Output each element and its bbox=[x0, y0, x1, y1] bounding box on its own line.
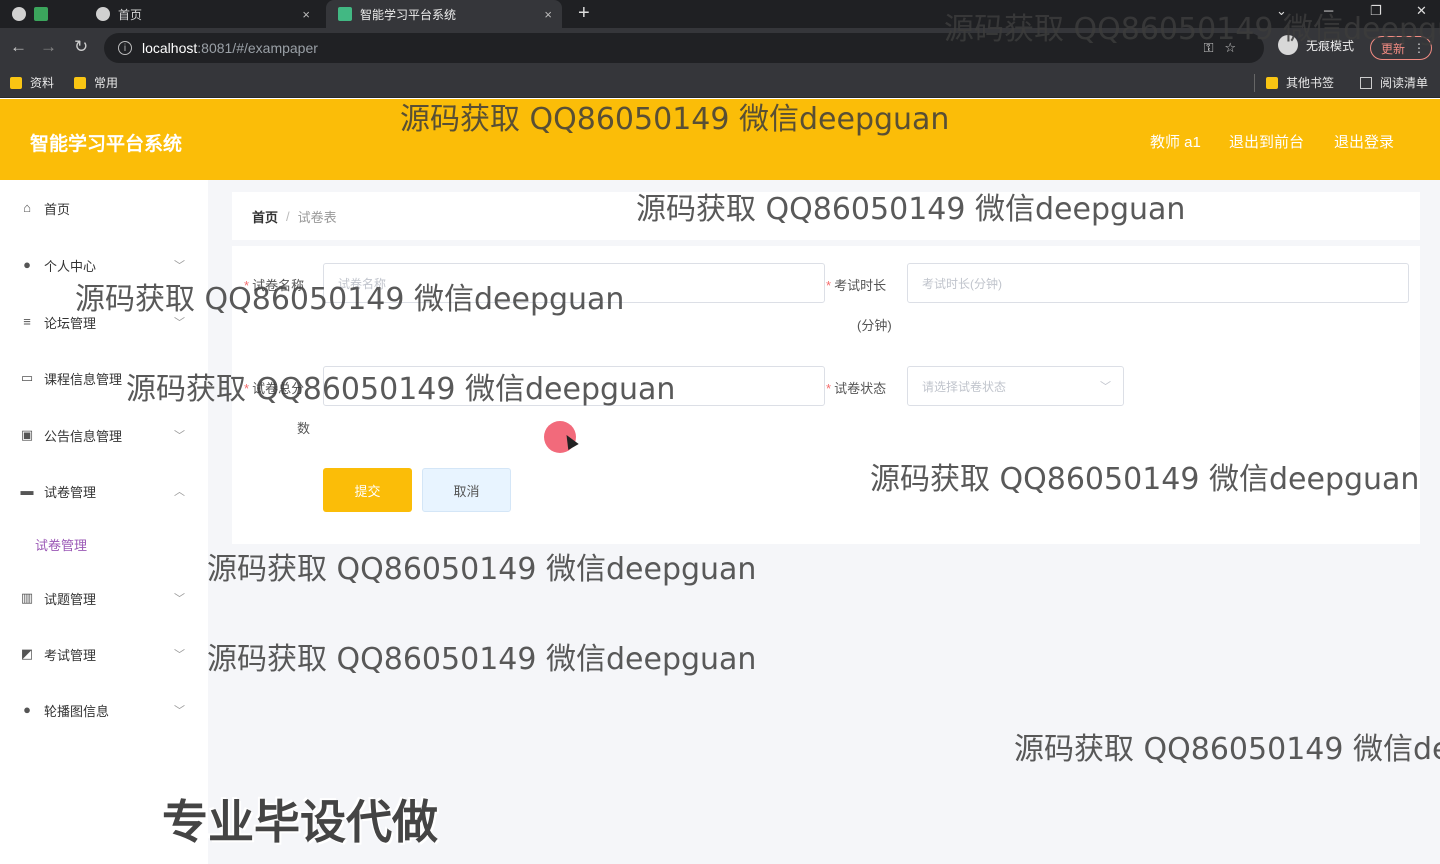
url-path: :8081/#/exampaper bbox=[197, 40, 318, 56]
duration-input[interactable]: 考试时长(分钟) bbox=[907, 263, 1409, 303]
info-icon[interactable]: i bbox=[118, 41, 132, 55]
chevron-up-icon: ︿ bbox=[174, 486, 185, 498]
other-bookmarks[interactable]: 其他书签 bbox=[1266, 74, 1334, 91]
card-icon: ▭ bbox=[20, 370, 34, 385]
sidebar-item-label: 首页 bbox=[44, 201, 71, 217]
sidebar-item-label: 个人中心 bbox=[44, 258, 97, 274]
bar-chart-icon: ▥ bbox=[20, 590, 34, 605]
sidebar-item-exampaper[interactable]: ▬ 试卷管理 ︿ bbox=[0, 471, 208, 511]
sidebar-item-carousel[interactable]: ● 轮播图信息 ﹀ bbox=[0, 690, 208, 730]
chevron-down-icon: ﹀ bbox=[1100, 381, 1111, 393]
cancel-button[interactable]: 取消 bbox=[422, 468, 511, 512]
sidebar-item-label: 考试管理 bbox=[44, 647, 97, 663]
duration-label: * 考试时长 bbox=[826, 278, 887, 293]
folder-icon bbox=[10, 76, 22, 89]
browser-icon-tab[interactable] bbox=[0, 0, 60, 28]
tab-home[interactable]: 首页 × bbox=[84, 0, 320, 28]
globe-icon bbox=[96, 7, 110, 21]
breadcrumb-separator: / bbox=[286, 208, 290, 224]
reading-list-label: 阅读清单 bbox=[1380, 76, 1429, 90]
watermark: 源码获取 QQ86050149 微信deepguan bbox=[126, 372, 676, 407]
new-tab-button[interactable]: + bbox=[578, 2, 590, 25]
close-icon[interactable]: × bbox=[544, 7, 552, 22]
sidebar-item-questions[interactable]: ▥ 试题管理 ﹀ bbox=[0, 578, 208, 618]
sidebar-item-notice[interactable]: ▣ 公告信息管理 ﹀ bbox=[0, 415, 208, 455]
breadcrumb-home[interactable]: 首页 bbox=[252, 207, 278, 226]
chevron-down-icon: ﹀ bbox=[174, 593, 185, 605]
submenu-exampaper[interactable]: 试卷管理 bbox=[35, 535, 87, 554]
reading-list-icon bbox=[1360, 76, 1372, 89]
watermark: 源码获取 QQ86050149 微信deepguan bbox=[207, 552, 757, 587]
divider bbox=[1254, 74, 1255, 92]
promo-text: 专业毕设代做 bbox=[162, 796, 438, 848]
line-chart-icon: ◩ bbox=[20, 646, 34, 661]
chevron-down-icon: ﹀ bbox=[174, 705, 185, 717]
logout-link[interactable]: 退出登录 bbox=[1334, 131, 1394, 152]
bookmark-label: 常用 bbox=[94, 76, 119, 90]
watermark: 源码获取 QQ86050149 微信deepguan bbox=[207, 642, 757, 677]
sidebar-item-label: 课程信息管理 bbox=[44, 371, 123, 387]
chevron-down-icon: ﹀ bbox=[174, 430, 185, 442]
user-icon: ● bbox=[23, 702, 31, 717]
sidebar-item-label: 轮播图信息 bbox=[44, 703, 110, 719]
user-icon: ● bbox=[23, 257, 31, 272]
chevron-down-icon: ﹀ bbox=[174, 260, 185, 272]
watermark: 源码获取 QQ86050149 微信deepguan bbox=[1014, 732, 1440, 767]
vue-icon bbox=[338, 7, 352, 21]
reload-icon[interactable]: ↻ bbox=[74, 37, 88, 57]
duration-unit: (分钟) bbox=[857, 318, 892, 333]
submit-button[interactable]: 提交 bbox=[323, 468, 412, 512]
watermark: 源码获取 QQ86050149 微信deepguan bbox=[636, 192, 1186, 227]
forward-icon[interactable]: → bbox=[40, 37, 57, 57]
clipboard-icon: ▣ bbox=[20, 427, 34, 442]
bookmark-label: 资料 bbox=[30, 76, 55, 90]
total-score-suffix: 数 bbox=[297, 421, 311, 436]
reading-list[interactable]: 阅读清单 bbox=[1360, 74, 1428, 91]
to-front-link[interactable]: 退出到前台 bbox=[1229, 131, 1304, 152]
bookmark-folder[interactable]: 资料 bbox=[10, 74, 54, 91]
folder-icon bbox=[1266, 76, 1278, 89]
globe-icon bbox=[12, 7, 26, 21]
user-name: 教师 a1 bbox=[1150, 134, 1201, 151]
folder-icon bbox=[74, 76, 86, 89]
folder-icon: ▬ bbox=[20, 483, 34, 498]
watermark: 源码获取 QQ86050149 微信deepguan bbox=[75, 282, 625, 317]
sidebar-item-label: 公告信息管理 bbox=[44, 428, 123, 444]
sidebar-item-label: 试卷管理 bbox=[44, 484, 97, 500]
sidebar-item-label: 试题管理 bbox=[44, 591, 97, 607]
watermark: 源码获取 QQ86050149 微信deepguan bbox=[400, 102, 950, 137]
breadcrumb-current: 试卷表 bbox=[297, 209, 337, 225]
app-title: 智能学习平台系统 bbox=[30, 134, 183, 155]
sidebar-item-home[interactable]: ⌂ 首页 bbox=[0, 188, 208, 228]
chevron-down-icon: ﹀ bbox=[174, 649, 185, 661]
status-select[interactable]: 请选择试卷状态 ﹀ bbox=[907, 366, 1124, 406]
status-placeholder: 请选择试卷状态 bbox=[922, 379, 1007, 394]
status-label: * 试卷状态 bbox=[826, 381, 887, 396]
close-icon[interactable]: × bbox=[302, 7, 310, 22]
home-icon: ⌂ bbox=[23, 200, 31, 215]
tab-app[interactable]: 智能学习平台系统 × bbox=[326, 0, 562, 28]
app-icon bbox=[34, 7, 48, 21]
bookmark-folder[interactable]: 常用 bbox=[74, 74, 118, 91]
sidebar-item-exam[interactable]: ◩ 考试管理 ﹀ bbox=[0, 634, 208, 674]
tab-app-title: 智能学习平台系统 bbox=[360, 7, 457, 22]
sliders-icon: ≡ bbox=[23, 314, 31, 329]
tab-home-title: 首页 bbox=[118, 7, 143, 22]
other-bookmarks-label: 其他书签 bbox=[1286, 76, 1335, 90]
url-host: localhost bbox=[142, 40, 198, 56]
watermark: 源码获取 QQ86050149 微信deepguan bbox=[944, 12, 1440, 47]
back-icon[interactable]: ← bbox=[10, 37, 27, 57]
watermark: 源码获取 QQ86050149 微信deepguan bbox=[870, 462, 1420, 497]
